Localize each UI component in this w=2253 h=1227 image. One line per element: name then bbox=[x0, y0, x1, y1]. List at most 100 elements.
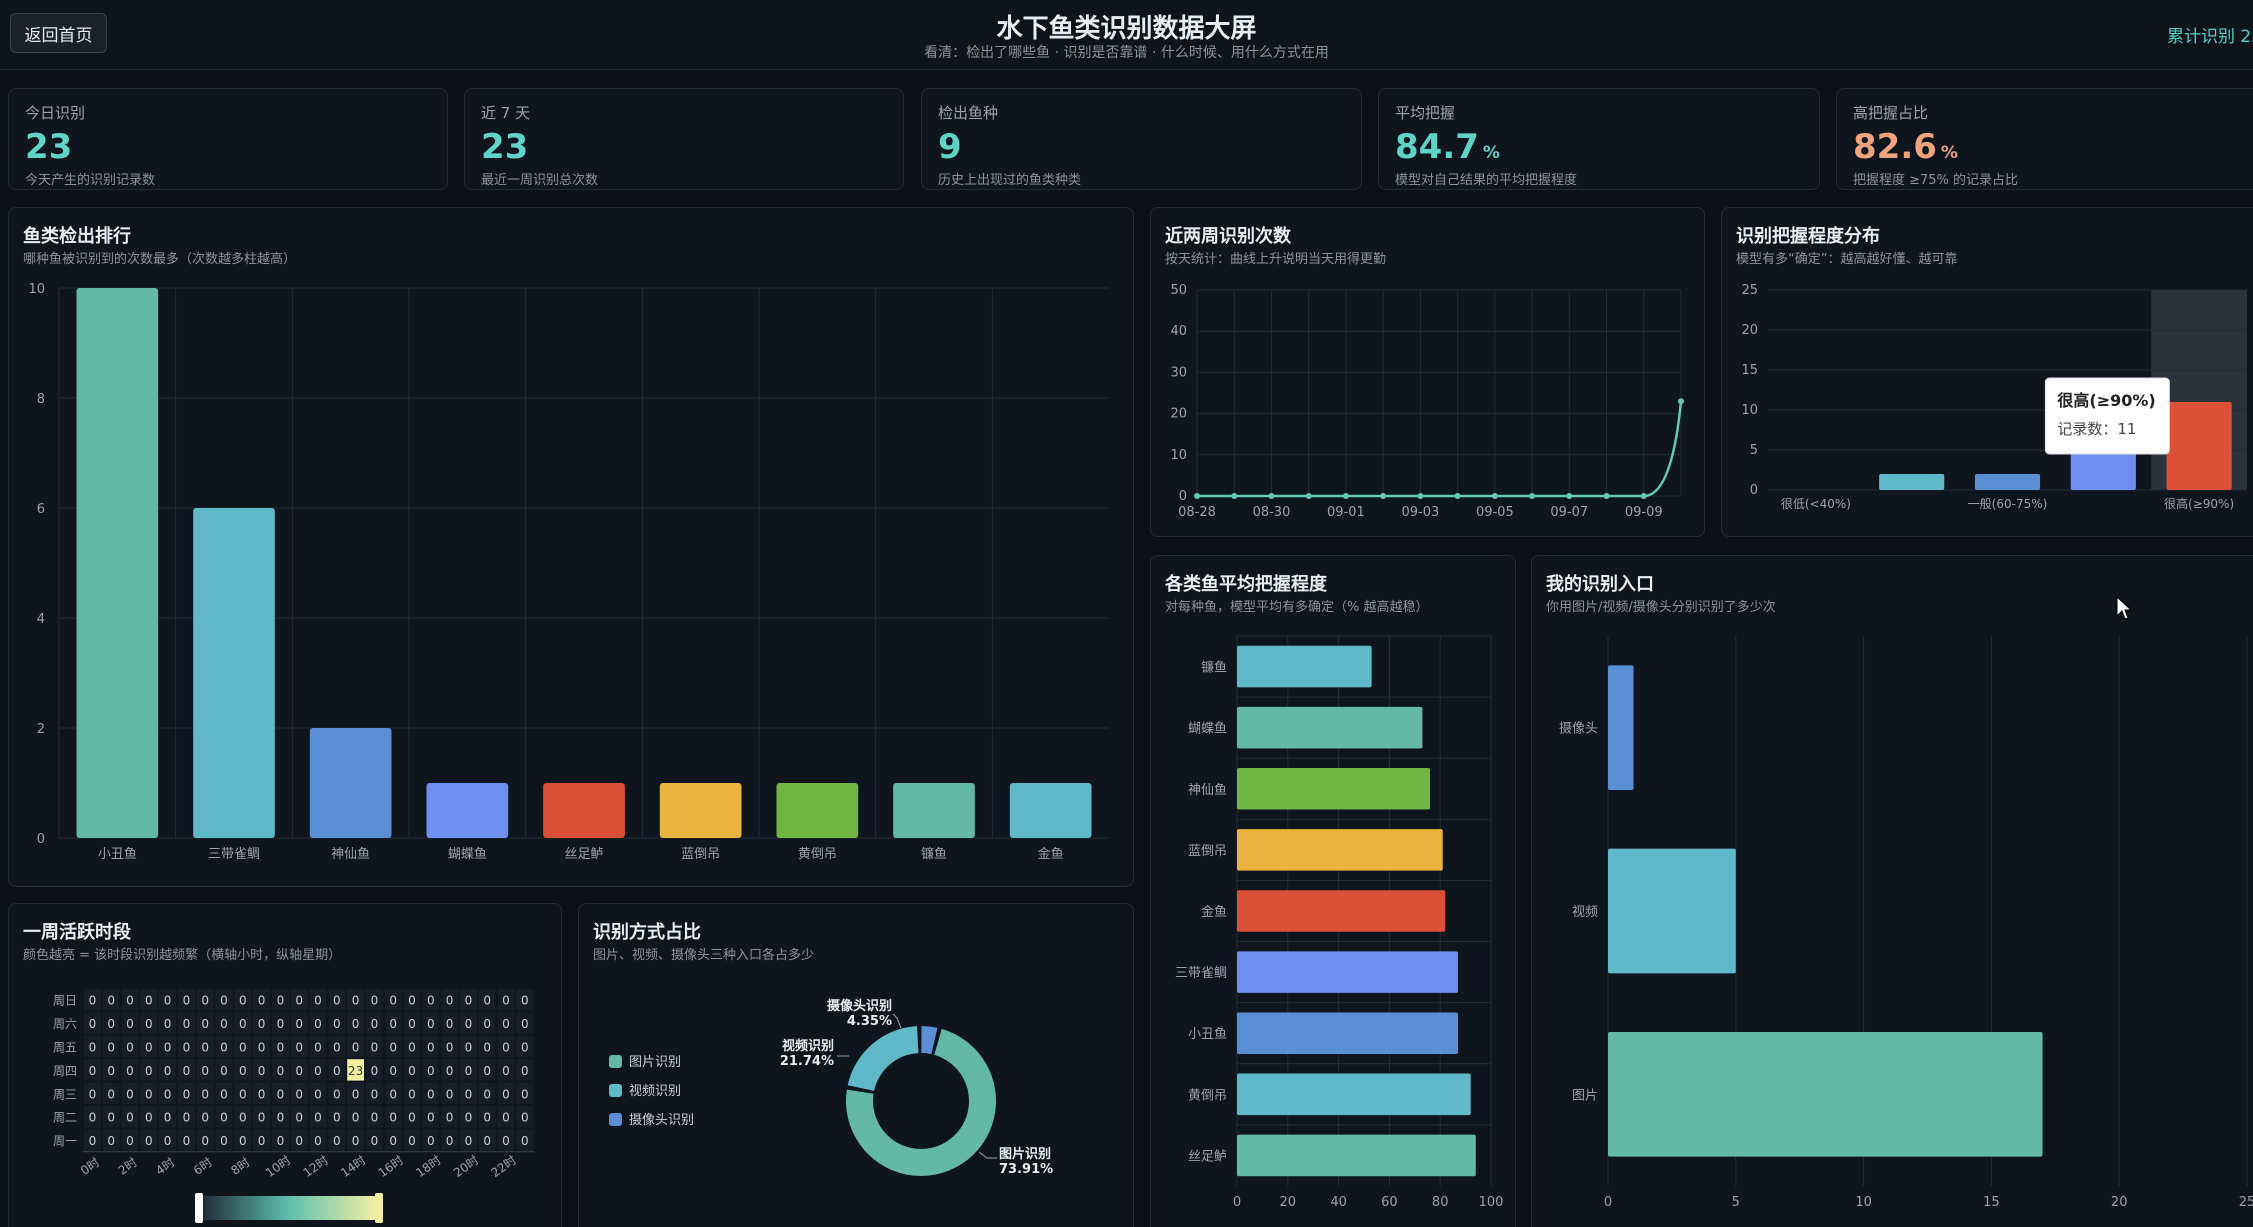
tooltip-title: 很高(≥90%) bbox=[2057, 391, 2155, 410]
x-tick-label: 金鱼 bbox=[1038, 846, 1064, 862]
heat-value: 0 bbox=[258, 1111, 266, 1125]
heat-value: 0 bbox=[89, 1017, 97, 1031]
bar-三带雀鲷 bbox=[1237, 951, 1458, 993]
heat-value: 0 bbox=[164, 1041, 172, 1055]
heat-value: 0 bbox=[295, 1111, 303, 1125]
trend-point-09-08 bbox=[1603, 493, 1610, 499]
heat-value: 0 bbox=[427, 1134, 435, 1148]
panel-title: 识别方式占比 bbox=[593, 922, 701, 943]
heat-value: 0 bbox=[107, 1041, 115, 1055]
x-tick-label: 5 bbox=[1732, 1195, 1740, 1210]
heat-value: 0 bbox=[521, 1064, 529, 1078]
y-tick-label: 周四 bbox=[53, 1064, 77, 1078]
tooltip-value: 记录数：11 bbox=[2057, 420, 2136, 438]
heat-value: 0 bbox=[427, 1087, 435, 1101]
y-tick-label: 周二 bbox=[53, 1111, 77, 1125]
kpi-unit: % bbox=[1940, 143, 1958, 163]
heat-value: 0 bbox=[389, 994, 397, 1008]
heat-value: 0 bbox=[314, 994, 322, 1008]
visual-map-bar bbox=[199, 1196, 379, 1220]
heat-value: 0 bbox=[239, 994, 247, 1008]
x-tick-label: 80 bbox=[1432, 1195, 1449, 1210]
kpi-number: 23 bbox=[25, 127, 73, 167]
kpi-card-avg-confidence: 平均把握 84.7% 模型对自己结果的平均把握程度 bbox=[1378, 88, 1820, 190]
y-tick-label: 40 bbox=[1170, 324, 1187, 339]
heat-value: 0 bbox=[107, 1017, 115, 1031]
heat-value: 0 bbox=[352, 1041, 360, 1055]
heat-value: 0 bbox=[164, 1064, 172, 1078]
panel-subtitle: 图片、视频、摄像头三种入口各占多少 bbox=[593, 948, 815, 963]
heat-value: 0 bbox=[239, 1134, 247, 1148]
slice-percent: 73.91% bbox=[999, 1162, 1053, 1177]
heat-value: 23 bbox=[348, 1064, 363, 1078]
slice-percent: 21.74% bbox=[780, 1054, 834, 1069]
heat-value: 0 bbox=[89, 1064, 97, 1078]
heat-value: 0 bbox=[314, 1087, 322, 1101]
heat-value: 0 bbox=[333, 1017, 341, 1031]
bar-摄像头 bbox=[1608, 665, 1634, 790]
heat-value: 0 bbox=[295, 994, 303, 1008]
heat-value: 0 bbox=[389, 1064, 397, 1078]
heat-value: 0 bbox=[164, 994, 172, 1008]
x-tick-label: 小丑鱼 bbox=[98, 846, 137, 862]
heat-value: 0 bbox=[126, 1017, 134, 1031]
heat-value: 0 bbox=[164, 1111, 172, 1125]
confidence-panel: 识别把握程度分布 模型有多“确定”：越高越好懂、越可靠 0 5 10 15 20 25 很低… bbox=[1721, 207, 2253, 537]
x-tick-label: 09-01 bbox=[1327, 505, 1365, 520]
heat-value: 0 bbox=[201, 994, 209, 1008]
weekly-heatmap: 周日 0 0 0 0 0 0 0 0 0 0 0 0 0 0 0 0 0 0 0 0 0 0 0 0周六 0 0 0 0 0 0 0 0 0 0 0 0… bbox=[53, 989, 535, 1223]
heat-value: 0 bbox=[483, 1134, 491, 1148]
confidence-bar-chart[interactable]: 0 5 10 15 20 25 很低(<40%) 一般(60-75%) 很高(≥90%) 很高(≥… bbox=[1722, 278, 2253, 538]
y-tick-label: 0 bbox=[1750, 483, 1758, 498]
heat-value: 0 bbox=[258, 994, 266, 1008]
heat-value: 0 bbox=[352, 1111, 360, 1125]
method-donut-chart: 图片识别视频识别摄像头识别图片识别73.91%视频识别21.74%摄像头识别4.… bbox=[609, 998, 1053, 1177]
heat-value: 0 bbox=[220, 1041, 228, 1055]
kpi-label: 近 7 天 bbox=[481, 104, 531, 122]
heat-value: 0 bbox=[352, 1087, 360, 1101]
x-tick-label: 09-03 bbox=[1401, 505, 1439, 520]
panel-title: 识别把握程度分布 bbox=[1736, 226, 1880, 247]
ranking-bar-chart: 0 2 4 6 8 10 小丑鱼 三带雀鲷 神仙鱼 蝴蝶鱼 丝足鲈 蓝倒吊 黄倒吊 镰鱼 金鱼 bbox=[28, 282, 1109, 862]
x-tick-label: 20 bbox=[2111, 1195, 2128, 1210]
heat-value: 0 bbox=[164, 1017, 172, 1031]
heat-value: 0 bbox=[371, 1111, 379, 1125]
x-tick-label: 14时 bbox=[338, 1153, 368, 1180]
y-tick-label: 黄倒吊 bbox=[1188, 1088, 1227, 1103]
page-subtitle: 看清：检出了哪些鱼 · 识别是否靠谱 · 什么时候、用什么方式在用 bbox=[924, 45, 1329, 61]
heat-value: 0 bbox=[126, 994, 134, 1008]
heat-value: 0 bbox=[258, 1064, 266, 1078]
x-tick-label: 蓝倒吊 bbox=[681, 847, 720, 862]
heat-value: 0 bbox=[389, 1017, 397, 1031]
heat-value: 0 bbox=[446, 994, 454, 1008]
visual-map-handle-max bbox=[375, 1193, 383, 1223]
slice-label: 视频识别 bbox=[782, 1038, 834, 1054]
heat-value: 0 bbox=[371, 1041, 379, 1055]
heat-value: 0 bbox=[277, 1064, 285, 1078]
heat-value: 0 bbox=[145, 1111, 153, 1125]
heat-value: 0 bbox=[295, 1087, 303, 1101]
x-tick-label: 08-30 bbox=[1253, 505, 1291, 520]
heat-value: 0 bbox=[107, 1087, 115, 1101]
panel-title: 鱼类检出排行 bbox=[23, 226, 131, 247]
heat-value: 0 bbox=[352, 994, 360, 1008]
bar-视频 bbox=[1608, 848, 1736, 974]
slice-label: 图片识别 bbox=[999, 1146, 1051, 1162]
bar-神仙鱼 bbox=[1237, 768, 1431, 810]
y-tick-label: 蝴蝶鱼 bbox=[1188, 721, 1227, 737]
heat-value: 0 bbox=[352, 1017, 360, 1031]
trend-point-09-01 bbox=[1342, 493, 1349, 499]
heat-value: 0 bbox=[427, 1064, 435, 1078]
x-tick-label: 神仙鱼 bbox=[331, 846, 370, 862]
x-tick-label: 22时 bbox=[489, 1153, 519, 1180]
heat-value: 0 bbox=[220, 1087, 228, 1101]
trend-point-08-31 bbox=[1305, 493, 1312, 499]
heat-value: 0 bbox=[183, 1087, 191, 1101]
x-tick-label: 黄倒吊 bbox=[798, 847, 837, 862]
x-tick-label: 09-05 bbox=[1476, 505, 1514, 520]
heat-value: 0 bbox=[107, 1111, 115, 1125]
trend-line bbox=[1197, 401, 1683, 498]
x-tick-label: 0时 bbox=[78, 1155, 102, 1178]
y-tick-label: 图片 bbox=[1572, 1088, 1598, 1103]
y-tick-label: 20 bbox=[1170, 407, 1187, 422]
